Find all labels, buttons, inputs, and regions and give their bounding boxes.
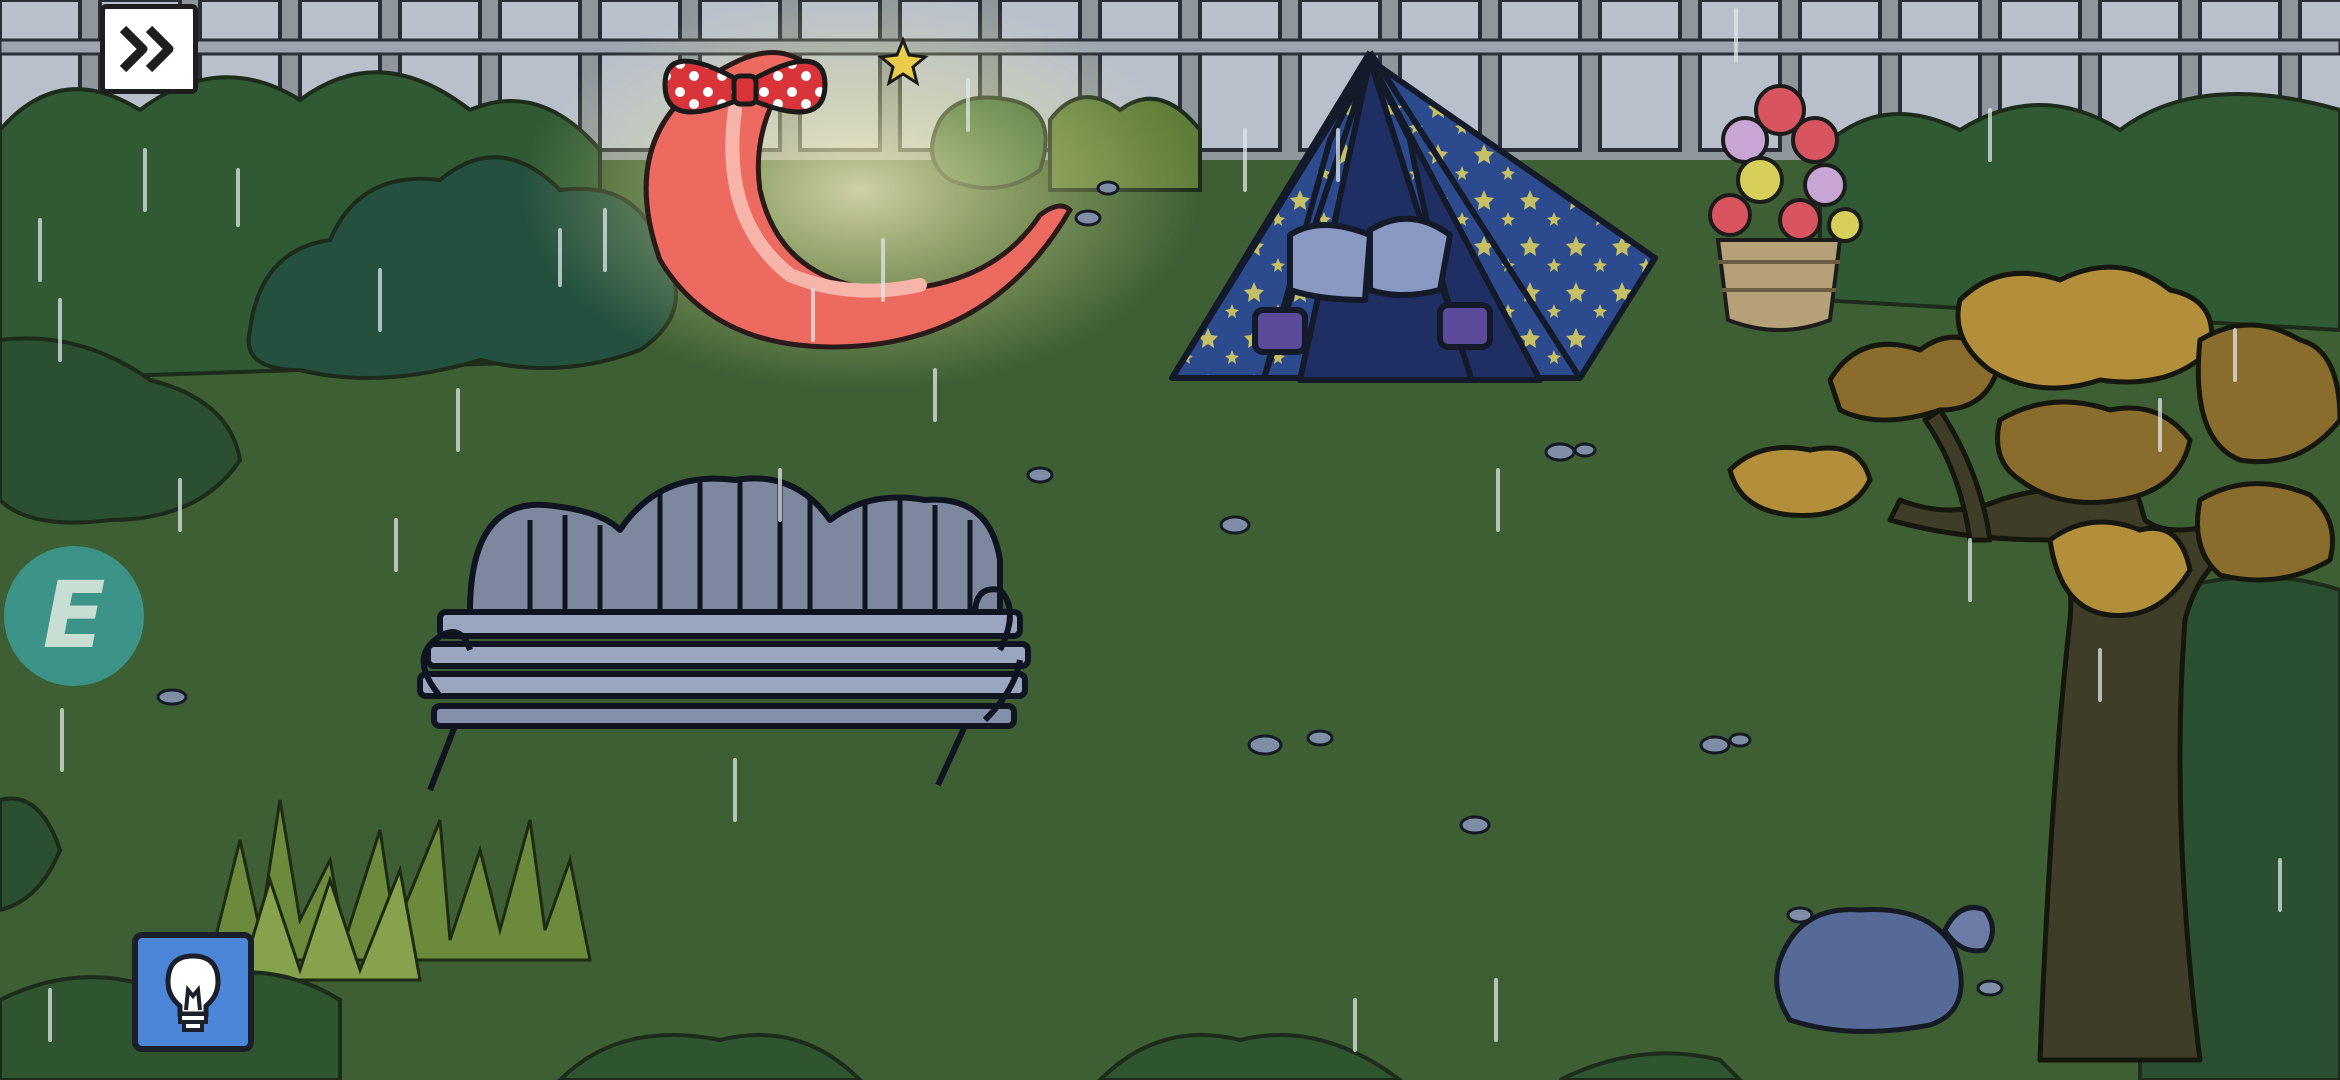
garden-scene	[0, 0, 2340, 1080]
skip-button[interactable]	[100, 4, 198, 94]
energy-badge[interactable]: E	[4, 546, 144, 686]
double-chevron-right-icon	[119, 25, 174, 73]
badge-letter: E	[42, 562, 106, 669]
hint-button[interactable]	[132, 932, 254, 1052]
moon-lamp[interactable]	[520, 0, 1200, 390]
lightbulb-icon	[165, 953, 221, 1032]
